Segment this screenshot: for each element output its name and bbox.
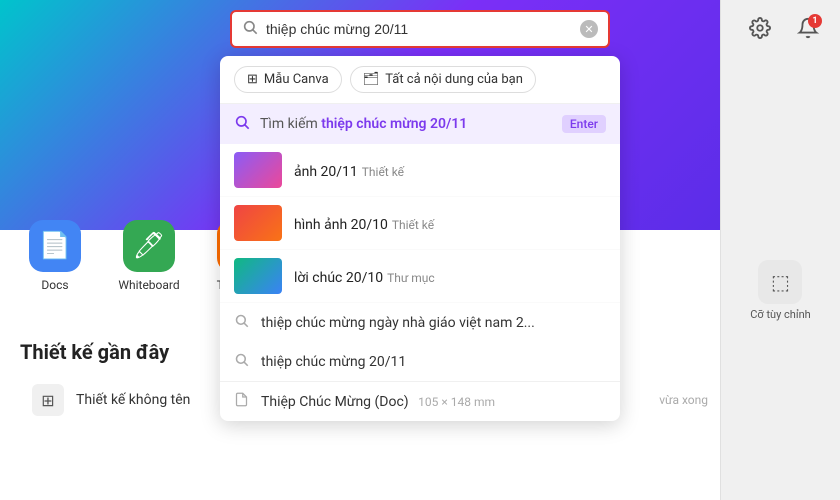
notifications-button[interactable]: 1 [792,12,824,44]
result-item-3[interactable]: lời chúc 20/10 Thư mục [220,250,620,303]
result-info-2: hình ảnh 20/10 Thiết kế [294,214,606,233]
result-type-1: Thiết kế [362,165,404,179]
result-name-3: lời chúc 20/10 [294,270,383,286]
recent-item-name: Thiết kế không tên [76,392,190,408]
whiteboard-icon-item[interactable]: 🖊 Whiteboard [114,220,184,292]
dropdown-tabs: ⊞ Mẫu Canva 🗂 Tất cả nội dung của bạn [220,56,620,104]
result-info-1: ảnh 20/11 Thiết kế [294,161,606,180]
result-item-1[interactable]: ảnh 20/11 Thiết kế [220,144,620,197]
search-icon [242,19,258,39]
result-thumb-2 [234,205,282,241]
tab-all-label: Tất cả nội dung của bạn [385,72,523,87]
suggestion-bold: thiệp chúc mừng 20/11 [321,116,467,132]
notification-badge: 1 [808,14,822,28]
tab-canva-templates[interactable]: ⊞ Mẫu Canva [234,66,342,93]
result-item-2[interactable]: hình ảnh 20/10 Thiết kế [220,197,620,250]
text-suggestion-label-1: thiệp chúc mừng ngày nhà giáo việt nam 2… [261,315,535,331]
docs-label: Docs [41,278,68,292]
enter-badge: Enter [562,115,606,133]
search-dropdown: ⊞ Mẫu Canva 🗂 Tất cả nội dung của bạn Tì… [220,56,620,421]
last-suggestion-label: Thiệp Chúc Mừng (Doc) 105 × 148 mm [261,394,495,410]
header-icons: 1 [744,12,824,44]
whiteboard-icon-circle: 🖊 [123,220,175,272]
top-bar: ✕ 1 [0,0,840,56]
result-thumb-3 [234,258,282,294]
doc-icon [234,392,249,411]
docs-icon-circle: 📄 [29,220,81,272]
suggestion-search-icon [234,114,250,134]
result-name-1: ảnh 20/11 [294,164,358,180]
text-suggestion-icon-1 [234,313,249,332]
last-suggestion[interactable]: Thiệp Chúc Mừng (Doc) 105 × 148 mm [220,381,620,421]
template-icon: ⊞ [247,72,258,87]
docs-icon-item[interactable]: 📄 Docs [20,220,90,292]
whiteboard-label: Whiteboard [118,278,179,292]
custom-size-item[interactable]: ⬚ Cỡ tùy chỉnh [750,260,810,321]
result-thumb-1 [234,152,282,188]
recent-item-icon: ⊞ [32,384,64,416]
search-clear-button[interactable]: ✕ [580,20,598,38]
text-suggestion-icon-2 [234,352,249,371]
result-type-2: Thiết kế [392,218,434,232]
search-input[interactable] [266,21,572,37]
search-suggestion-row[interactable]: Tìm kiếm thiệp chúc mừng 20/11 Enter [220,104,620,144]
folder-tab-icon: 🗂 [363,72,380,87]
custom-size-label: Cỡ tùy chỉnh [750,308,810,321]
text-suggestion-1[interactable]: thiệp chúc mừng ngày nhà giáo việt nam 2… [220,303,620,342]
tab-all-content[interactable]: 🗂 Tất cả nội dung của bạn [350,66,536,93]
settings-button[interactable] [744,12,776,44]
result-name-2: hình ảnh 20/10 [294,217,388,233]
custom-size-icon: ⬚ [758,260,802,304]
text-suggestion-label-2: thiệp chúc mừng 20/11 [261,354,406,370]
result-type-3: Thư mục [387,271,435,285]
search-box: ✕ [230,10,610,48]
result-info-3: lời chúc 20/10 Thư mục [294,267,606,286]
text-suggestion-2[interactable]: thiệp chúc mừng 20/11 [220,342,620,381]
suggestion-text: Tìm kiếm thiệp chúc mừng 20/11 [260,116,552,132]
right-panel: ⬚ Cỡ tùy chỉnh [720,0,840,500]
recent-item-time: vừa xong [659,393,708,407]
tab-canva-label: Mẫu Canva [264,72,329,87]
